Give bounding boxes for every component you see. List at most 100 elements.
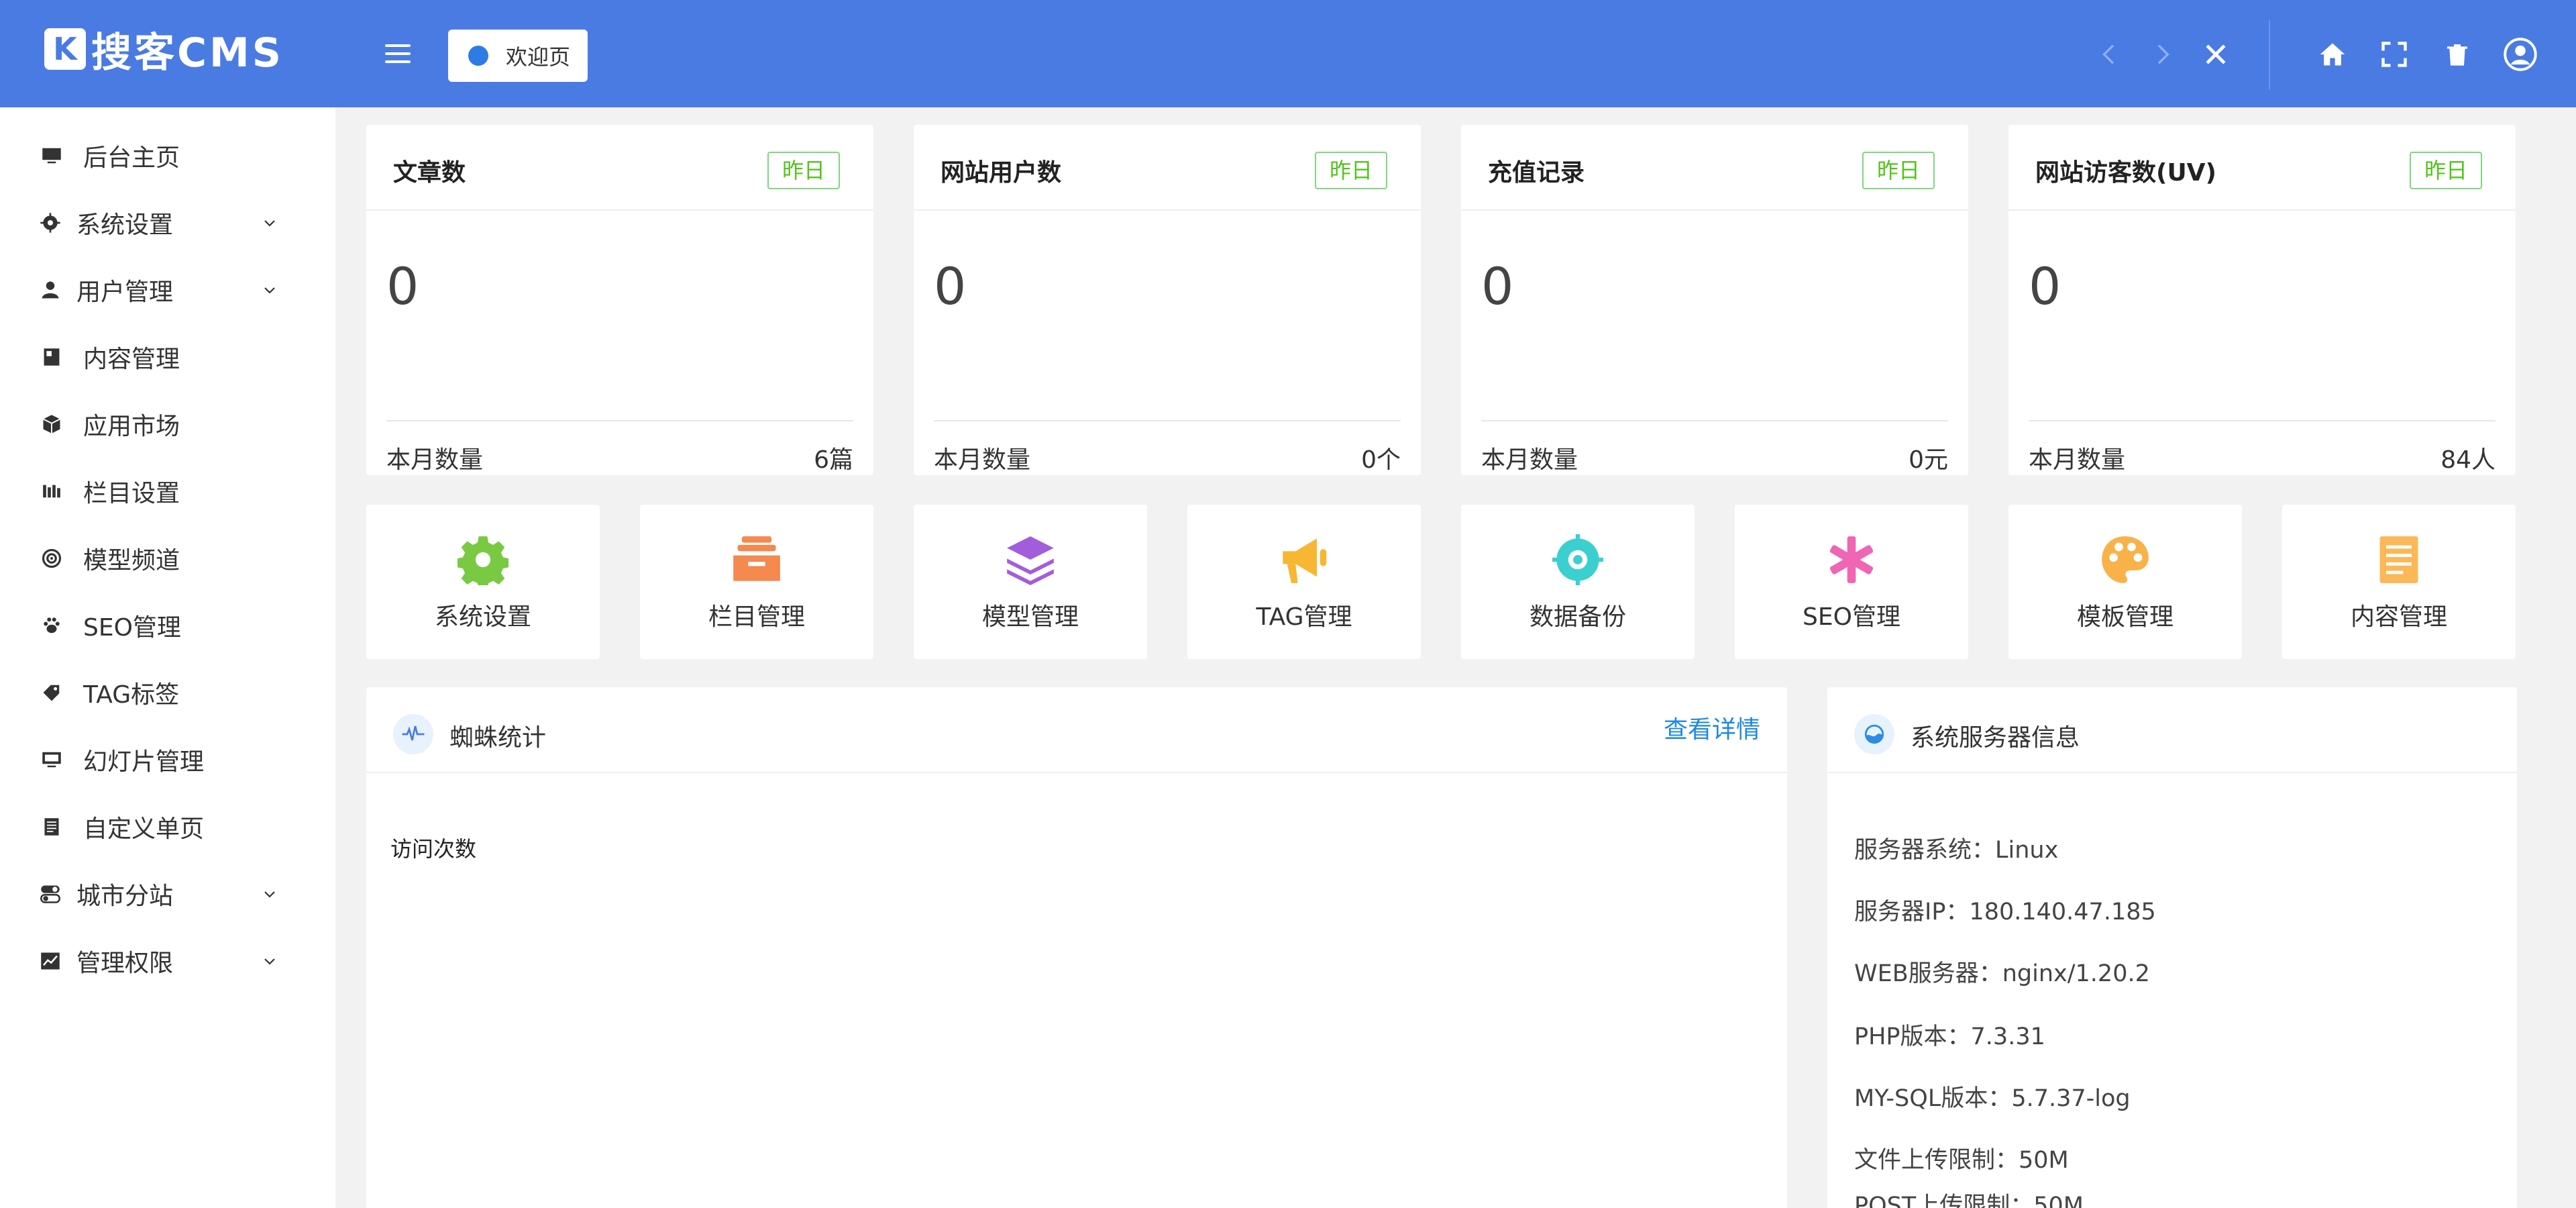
sidebar-item-label: SEO管理 [83, 614, 181, 642]
stat-foot-value: 84人 [2440, 446, 2496, 474]
status-badge: 昨日 [767, 152, 840, 189]
stat-value: 0 [2029, 256, 2061, 316]
menu-toggle-icon[interactable] [385, 44, 411, 63]
close-icon[interactable] [2195, 34, 2237, 75]
view-details-link[interactable]: 查看详情 [1664, 710, 1760, 745]
server-info-row: 文件上传限制：50M [1854, 1147, 2069, 1174]
sidebar-item-system-settings[interactable]: 系统设置 [0, 189, 335, 256]
stat-foot-value: 6篇 [814, 446, 853, 474]
stat-card-articles: 文章数 昨日 0 本月数量 6篇 [366, 125, 873, 475]
document-icon [2379, 536, 2418, 583]
stat-card-header: 网站用户数 昨日 [914, 125, 1421, 211]
quick-tile-template-management[interactable]: 模板管理 [2008, 505, 2242, 659]
tile-label: 模型管理 [981, 603, 1079, 631]
trash-icon[interactable] [2436, 34, 2478, 75]
sidebar-item-permissions[interactable]: 管理权限 [0, 927, 335, 995]
tab-dot-icon [468, 46, 488, 66]
stat-card-recharge: 充值记录 昨日 0 本月数量 0元 [1461, 125, 1968, 475]
columns-icon [40, 480, 63, 503]
sidebar-item-user-management[interactable]: 用户管理 [0, 256, 335, 323]
server-info-row: 服务器系统：Linux [1854, 837, 2059, 864]
sidebar-item-label: 用户管理 [76, 279, 174, 306]
panel-title: 蜘蛛统计 [449, 724, 547, 752]
stat-foot-value: 0个 [1361, 446, 1401, 474]
stat-title: 文章数 [393, 159, 466, 187]
server-info-row: POST上传限制：50M [1854, 1193, 2084, 1208]
chevron-down-icon [260, 885, 279, 903]
gear-icon [458, 536, 508, 585]
tile-label: 栏目管理 [708, 603, 805, 631]
quick-tile-content-management[interactable]: 内容管理 [2282, 505, 2516, 659]
chevron-left-icon[interactable] [2089, 34, 2131, 75]
stat-value: 0 [386, 256, 419, 316]
quick-tile-data-backup[interactable]: 数据备份 [1461, 505, 1695, 659]
sidebar-item-content-management[interactable]: 内容管理 [0, 323, 335, 391]
server-info-row: MY-SQL版本：5.7.37-log [1854, 1085, 2131, 1112]
server-info-panel: 系统服务器信息 服务器系统：Linux 服务器IP：180.140.47.185… [1827, 687, 2517, 1208]
quick-tile-system-settings[interactable]: 系统设置 [366, 505, 600, 659]
stat-value: 0 [934, 256, 967, 316]
quick-tile-model-management[interactable]: 模型管理 [914, 505, 1147, 659]
status-badge: 昨日 [1862, 152, 1935, 189]
sidebar-item-model-channel[interactable]: 模型频道 [0, 525, 335, 592]
fullscreen-icon[interactable] [2373, 34, 2415, 75]
panel-title: 系统服务器信息 [1911, 724, 2080, 752]
asterisk-icon [1829, 536, 1874, 583]
stat-card-header: 网站访客数(UV) 昨日 [2008, 125, 2516, 211]
sidebar-item-column-settings[interactable]: 栏目设置 [0, 458, 335, 525]
sidebar-item-home[interactable]: 后台主页 [0, 122, 335, 189]
sidebar-item-tag[interactable]: TAG标签 [0, 659, 335, 726]
paw-icon [40, 614, 63, 637]
stat-card-visitors: 网站访客数(UV) 昨日 0 本月数量 84人 [2008, 125, 2516, 475]
chevron-right-icon[interactable] [2141, 34, 2183, 75]
status-badge: 昨日 [1314, 152, 1387, 189]
logo-mark: K [44, 28, 86, 70]
server-info-row: PHP版本：7.3.31 [1854, 1023, 2045, 1050]
spider-stats-panel: 蜘蛛统计 查看详情 访问次数 [366, 687, 1787, 1208]
sidebar: 后台主页 系统设置 用户管理 内容管理 应用市场 栏目设置 模型频道 SEO管理… [0, 107, 335, 1208]
chevron-down-icon [260, 213, 279, 232]
crosshair-icon [1552, 534, 1603, 585]
content-icon [40, 346, 63, 368]
chart-axis-label: 访问次数 [390, 836, 477, 862]
sidebar-item-label: 幻灯片管理 [83, 748, 205, 776]
cube-icon [40, 413, 63, 436]
target-icon [40, 547, 63, 570]
tile-label: 系统设置 [434, 603, 531, 631]
user-avatar-icon[interactable] [2500, 34, 2541, 75]
sidebar-item-label: 系统设置 [76, 211, 174, 239]
sidebar-item-label: 城市分站 [76, 883, 174, 910]
top-bar: K 搜客CMS 欢迎页 [0, 0, 2576, 107]
quick-tile-column-management[interactable]: 栏目管理 [640, 505, 873, 659]
stat-card-users: 网站用户数 昨日 0 本月数量 0个 [914, 125, 1421, 475]
quick-tile-tag-management[interactable]: TAG管理 [1187, 505, 1421, 659]
home-icon[interactable] [2312, 34, 2353, 75]
stat-value: 0 [1481, 256, 1514, 316]
logo-text: 搜客CMS [91, 29, 284, 77]
sidebar-item-slides[interactable]: 幻灯片管理 [0, 726, 335, 793]
gear-icon [39, 211, 62, 234]
stat-title: 网站用户数 [941, 159, 1062, 187]
sidebar-item-city-sites[interactable]: 城市分站 [0, 860, 335, 927]
quick-tile-seo-management[interactable]: SEO管理 [1735, 505, 1968, 659]
stat-card-header: 充值记录 昨日 [1461, 125, 1968, 211]
megaphone-icon [1283, 538, 1327, 583]
layers-icon [1007, 536, 1054, 585]
sidebar-item-custom-page[interactable]: 自定义单页 [0, 793, 335, 860]
page-icon [40, 815, 63, 838]
sidebar-item-label: 应用市场 [83, 413, 180, 440]
server-icon [1854, 714, 1894, 754]
tile-label: TAG管理 [1256, 603, 1352, 631]
sidebar-item-seo[interactable]: SEO管理 [0, 592, 335, 659]
tab-welcome[interactable]: 欢迎页 [448, 30, 588, 82]
divider [1481, 420, 1948, 421]
panel-header: 系统服务器信息 [1827, 687, 2517, 773]
sidebar-item-app-market[interactable]: 应用市场 [0, 391, 335, 458]
tab-label: 欢迎页 [506, 44, 571, 70]
chevron-down-icon [260, 281, 279, 299]
slides-icon [40, 748, 63, 771]
stat-foot-label: 本月数量 [2029, 446, 2126, 474]
stat-title: 网站访客数(UV) [2035, 159, 2217, 187]
chart-icon [39, 950, 62, 972]
stat-foot-label: 本月数量 [386, 446, 484, 474]
